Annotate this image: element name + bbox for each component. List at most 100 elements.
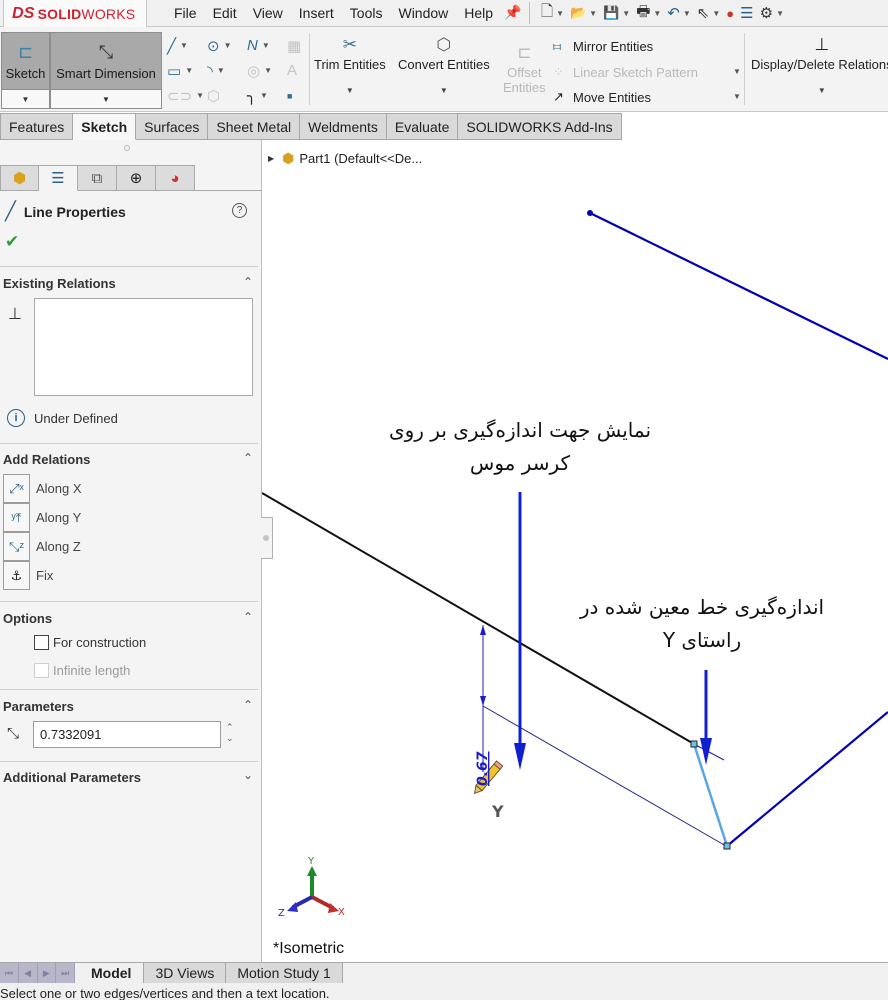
tab-3d-views[interactable]: 3D Views — [144, 963, 227, 983]
chevron-down-icon[interactable]: ▼ — [440, 86, 448, 95]
menu-help[interactable]: Help — [456, 5, 501, 21]
slot-tool[interactable]: ⊂⊃ ▼ — [167, 83, 207, 108]
sketch-button[interactable]: ⊏ Sketch — [1, 32, 50, 90]
last-tab-icon[interactable]: ⏭ — [56, 963, 75, 983]
tab-weldments[interactable]: Weldments — [300, 113, 387, 140]
chevron-down-icon[interactable]: ▼ — [622, 9, 630, 18]
spin-down-icon[interactable]: ⌄ — [226, 733, 234, 744]
tab-display-manager[interactable]: ◕ — [156, 165, 195, 191]
tab-evaluate[interactable]: Evaluate — [386, 113, 459, 140]
line-length-input[interactable]: 0.7332091 — [33, 721, 221, 748]
undo-button[interactable]: ↶ ▼ — [667, 4, 691, 22]
parameters-header[interactable]: Parameters — [3, 699, 74, 714]
ok-checkmark-button[interactable]: ✔ — [5, 232, 19, 252]
chevron-down-icon[interactable]: ▼ — [346, 86, 354, 95]
collapse-chevron-icon[interactable]: ⌃ — [243, 451, 253, 465]
file-properties-button[interactable]: ☰ — [740, 4, 753, 22]
trim-entities-button[interactable]: ✂ Trim Entities ▼ — [314, 35, 386, 95]
sketch-endpoint[interactable] — [587, 210, 593, 216]
menu-tools[interactable]: Tools — [342, 5, 391, 21]
fillet-tool[interactable]: ╮ ▼ — [247, 83, 287, 108]
expand-chevron-icon[interactable]: ⌄ — [243, 768, 253, 782]
length-spinner[interactable]: ⌃ ⌄ — [226, 722, 234, 744]
first-tab-icon[interactable]: ⏮ — [0, 963, 19, 983]
infinite-length-checkbox[interactable] — [34, 663, 49, 678]
collapse-chevron-icon[interactable]: ⌃ — [243, 610, 253, 624]
tab-property-manager[interactable]: ☰ — [39, 165, 78, 191]
graphics-area[interactable]: Y 0.67 Y X Z ▶ ⬢ Part1 (Default<<De... ن… — [262, 140, 888, 962]
text-tool[interactable]: A — [287, 58, 309, 83]
line-endpoint-handle[interactable] — [723, 842, 731, 850]
for-construction-option[interactable]: For construction — [34, 635, 146, 650]
existing-relations-list[interactable] — [34, 298, 253, 396]
menu-insert[interactable]: Insert — [291, 5, 342, 21]
chevron-down-icon[interactable]: ▼ — [180, 41, 188, 50]
tab-sheet-metal[interactable]: Sheet Metal — [208, 113, 301, 140]
chevron-down-icon[interactable]: ▼ — [264, 66, 272, 75]
tab-dimxpert-manager[interactable]: ⊕ — [117, 165, 156, 191]
tab-sketch[interactable]: Sketch — [73, 113, 137, 140]
spline-tool[interactable]: N ▼ — [247, 33, 287, 58]
for-construction-checkbox[interactable] — [34, 635, 49, 650]
panel-collapse-handle[interactable] — [261, 517, 273, 559]
chevron-down-icon[interactable]: ▼ — [683, 9, 691, 18]
collapse-chevron-icon[interactable]: ⌃ — [243, 698, 253, 712]
chevron-down-icon[interactable]: ▼ — [224, 41, 232, 50]
menu-file[interactable]: File — [166, 5, 205, 21]
smart-dimension-dropdown[interactable]: ▼ — [50, 90, 162, 109]
polygon-tool[interactable]: ⬡ — [207, 83, 247, 108]
solidworks-logo[interactable]: DS SOLID WORKS — [3, 0, 147, 28]
select-button[interactable]: ⇖ ▼ — [697, 4, 721, 22]
menu-edit[interactable]: Edit — [205, 5, 245, 21]
sketch-line[interactable] — [726, 711, 888, 847]
help-icon[interactable]: ? — [232, 203, 247, 218]
smart-dimension-button[interactable]: ⤡ Smart Dimension — [50, 32, 162, 90]
circle-tool[interactable]: ⊙ ▼ — [207, 33, 247, 58]
save-button[interactable]: 💾 ▼ — [603, 5, 630, 21]
move-dropdown-chevron-icon[interactable]: ▼ — [733, 92, 741, 101]
relation-along-z[interactable]: ⤡ᶻ Along Z — [3, 532, 81, 561]
tab-motion-study-1[interactable]: Motion Study 1 — [226, 963, 343, 983]
tab-feature-manager[interactable]: ⬢ — [0, 165, 39, 191]
chevron-down-icon[interactable]: ▼ — [712, 9, 720, 18]
chevron-down-icon[interactable]: ▼ — [653, 9, 661, 18]
previous-tab-icon[interactable]: ◀ — [19, 963, 38, 983]
sketch-line[interactable] — [589, 212, 888, 360]
rectangle-tool[interactable]: ▭ ▼ — [167, 58, 207, 83]
chevron-down-icon[interactable]: ▼ — [262, 41, 270, 50]
tab-configuration-manager[interactable]: ⧉ — [78, 165, 117, 191]
convert-entities-button[interactable]: ⬡ Convert Entities ▼ — [398, 35, 490, 95]
dimension-value[interactable]: 0.67 — [475, 751, 491, 786]
pin-menu-icon[interactable]: 📌 — [504, 4, 521, 21]
tab-model[interactable]: Model — [75, 963, 145, 983]
display-delete-relations-button[interactable]: ⊥ Display/Delete Relations ▼ — [751, 35, 888, 95]
chevron-down-icon[interactable]: ▼ — [776, 9, 784, 18]
expand-arrow-icon[interactable]: ▶ — [268, 154, 274, 163]
options-button[interactable]: ⚙ ▼ — [760, 4, 784, 22]
relation-along-y[interactable]: ʸ⤒ Along Y — [3, 503, 81, 532]
line-tool[interactable]: ╱ ▼ — [167, 33, 207, 58]
tab-features[interactable]: Features — [0, 113, 74, 140]
add-relations-header[interactable]: Add Relations — [3, 452, 90, 467]
chevron-down-icon[interactable]: ▼ — [185, 66, 193, 75]
plane-tool[interactable]: ▦ — [287, 33, 309, 58]
relation-fix[interactable]: ⚓ Fix — [3, 561, 53, 590]
chevron-down-icon[interactable]: ▼ — [818, 86, 826, 95]
chevron-down-icon[interactable]: ▼ — [196, 91, 204, 100]
existing-relations-header[interactable]: Existing Relations — [3, 276, 116, 291]
additional-parameters-header[interactable]: Additional Parameters — [3, 770, 141, 785]
arc-tool[interactable]: ◝ ▼ — [207, 58, 247, 83]
tab-solidworks-add-ins[interactable]: SOLIDWORKS Add-Ins — [458, 113, 622, 140]
point-tool[interactable]: ■ — [287, 83, 309, 108]
spin-up-icon[interactable]: ⌃ — [226, 722, 234, 733]
tab-surfaces[interactable]: Surfaces — [136, 113, 209, 140]
feature-tree-flyout[interactable]: ▶ ⬢ Part1 (Default<<De... — [268, 150, 422, 167]
linear-sketch-pattern-button[interactable]: ⁘ Linear Sketch Pattern — [553, 64, 698, 80]
new-document-button[interactable]: 🗋 ▼ — [541, 1, 564, 26]
offset-entities-button[interactable]: ⊏ Offset Entities — [503, 43, 546, 95]
rebuild-button[interactable]: ● — [726, 6, 734, 21]
ellipse-tool[interactable]: ◎ ▼ — [247, 58, 287, 83]
infinite-length-option[interactable]: Infinite length — [34, 663, 130, 678]
line-endpoint-handle[interactable] — [690, 740, 698, 748]
move-entities-button[interactable]: ↗ Move Entities — [553, 89, 651, 105]
